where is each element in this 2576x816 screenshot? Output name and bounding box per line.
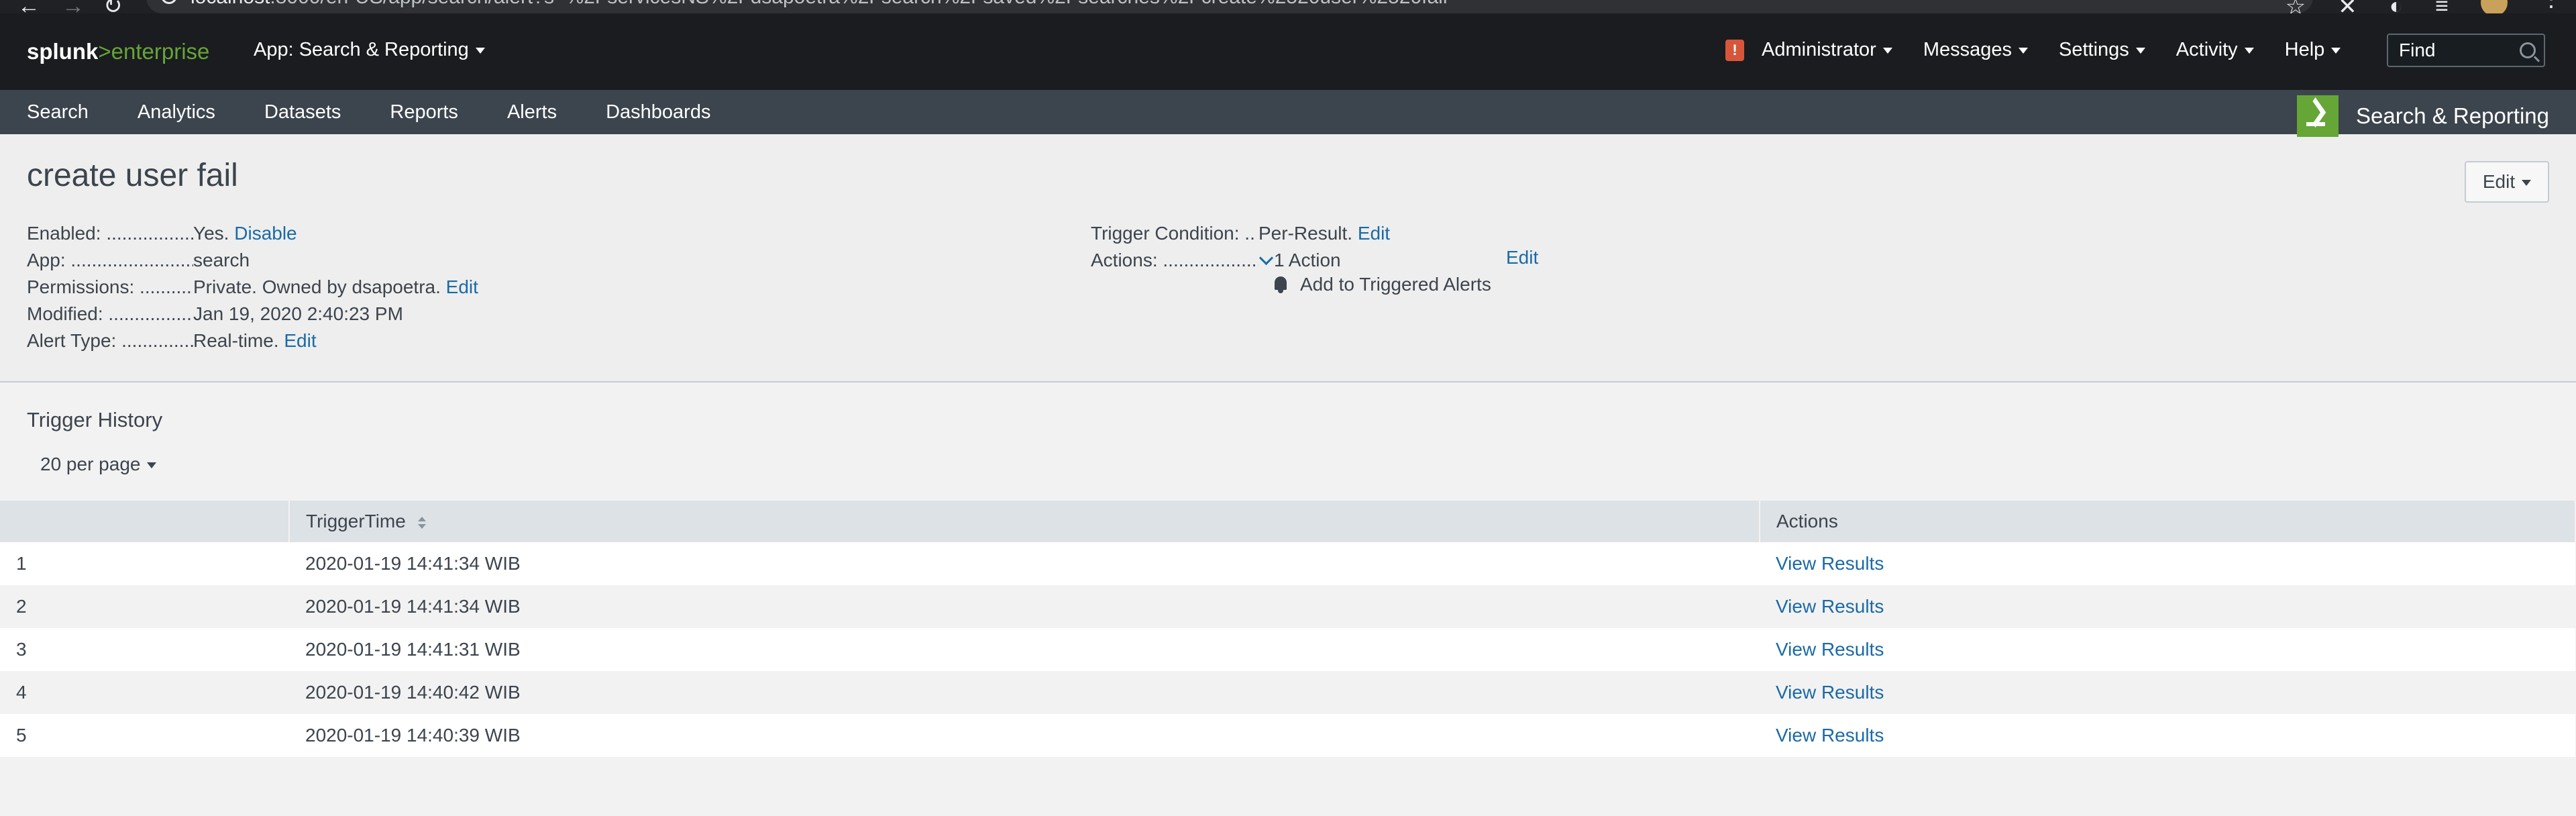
nav-dashboards[interactable]: Dashboards [606, 101, 710, 123]
sort-icon[interactable] [417, 516, 426, 529]
edit-actions-link[interactable]: Edit [1506, 247, 1538, 268]
menu-settings[interactable]: Settings [2059, 39, 2145, 61]
table-row: 4 2020-01-19 14:40:42 WIB View Results [0, 671, 2575, 714]
detail-alert-type: Alert Type: ............... Real-time. E… [27, 330, 317, 351]
nav-alerts[interactable]: Alerts [507, 101, 557, 123]
detail-modified: Modified: .................. Jan 19, 202… [27, 303, 403, 324]
menu-messages[interactable]: Messages [1923, 39, 2028, 61]
edit-button[interactable]: Edit [2465, 161, 2549, 203]
edit-trigger-condition-link[interactable]: Edit [1358, 223, 1390, 244]
nav-analytics[interactable]: Analytics [138, 101, 215, 123]
info-icon[interactable] [161, 0, 177, 4]
browser-toolbar: ← → ↻ localhost:8000/en-US/app/search/al… [0, 0, 2576, 19]
nav-reports[interactable]: Reports [390, 101, 458, 123]
section-title: Trigger History [27, 408, 163, 431]
menu-administrator[interactable]: Administrator [1762, 39, 1892, 61]
menu-activity[interactable]: Activity [2176, 39, 2254, 61]
chevron-down-icon [475, 47, 485, 54]
address-bar[interactable]: localhost:8000/en-US/app/search/alert?s=… [146, 0, 2313, 13]
table-row: 5 2020-01-19 14:40:39 WIB View Results [0, 714, 2575, 757]
app-nav: Search Analytics Datasets Reports Alerts… [0, 90, 2576, 137]
edit-permissions-link[interactable]: Edit [446, 276, 478, 297]
column-header-triggertime[interactable]: TriggerTime [289, 501, 1760, 542]
per-page-select[interactable]: 20 per page [40, 454, 157, 475]
view-results-link[interactable]: View Results [1776, 639, 1884, 660]
trigger-history: Trigger History 20 per page TriggerTime … [0, 382, 2576, 816]
detail-app: App: ........................... search [27, 250, 250, 270]
column-header-index [0, 501, 290, 542]
history-table: TriggerTime Actions 1 2020-01-19 14:41:3… [0, 501, 2576, 757]
bell-icon [1273, 276, 1288, 293]
table-row: 2 2020-01-19 14:41:34 WIB View Results [0, 585, 2575, 628]
detail-permissions: Permissions: ............. Private. Owne… [27, 276, 478, 297]
menu-help[interactable]: Help [2285, 39, 2341, 61]
app-title[interactable]: Search & Reporting [2297, 95, 2549, 137]
app-logo-icon [2297, 95, 2339, 137]
view-results-link[interactable]: View Results [1776, 553, 1884, 574]
app-menu[interactable]: App: Search & Reporting [254, 39, 485, 61]
alert-badge-icon[interactable]: ! [1725, 39, 1744, 61]
view-results-link[interactable]: View Results [1776, 725, 1884, 746]
table-header: TriggerTime Actions [0, 501, 2576, 542]
column-header-actions: Actions [1760, 501, 2576, 542]
table-row: 3 2020-01-19 14:41:31 WIB View Results [0, 628, 2575, 671]
actions-count[interactable]: 1 Action [1274, 247, 1341, 274]
alert-details: Enabled: ................... Yes. Disabl… [27, 220, 478, 354]
detail-trigger-condition: Trigger Condition: .. Per-Result. Edit [1091, 223, 1391, 244]
search-icon[interactable] [2520, 42, 2536, 58]
view-results-link[interactable]: View Results [1776, 596, 1884, 617]
detail-enabled: Enabled: ................... Yes. Disabl… [27, 223, 297, 244]
action-item: Add to Triggered Alerts [1273, 274, 1491, 295]
nav-datasets[interactable]: Datasets [264, 101, 341, 123]
url-host: localhost [191, 0, 270, 8]
edit-alert-type-link[interactable]: Edit [284, 330, 316, 351]
trigger-details: Trigger Condition: .. Per-Result. Edit A… [1091, 220, 1390, 274]
chevron-down-icon[interactable] [1258, 250, 1274, 265]
splunk-logo[interactable]: splunk>enterprise [27, 39, 209, 64]
page-title: create user fail [27, 158, 238, 193]
app-bar: splunk>enterprise App: Search & Reportin… [0, 13, 2576, 90]
url-path: :8000/en-US/app/search/alert?s=%2Fservic… [270, 0, 1447, 8]
find-input[interactable]: Find [2387, 34, 2545, 67]
table-row: 1 2020-01-19 14:41:34 WIB View Results [0, 542, 2575, 585]
disable-link[interactable]: Disable [234, 223, 297, 244]
detail-actions: Actions: ..................... 1 Action [1091, 247, 1390, 274]
nav-search[interactable]: Search [27, 101, 89, 123]
view-results-link[interactable]: View Results [1776, 682, 1884, 703]
